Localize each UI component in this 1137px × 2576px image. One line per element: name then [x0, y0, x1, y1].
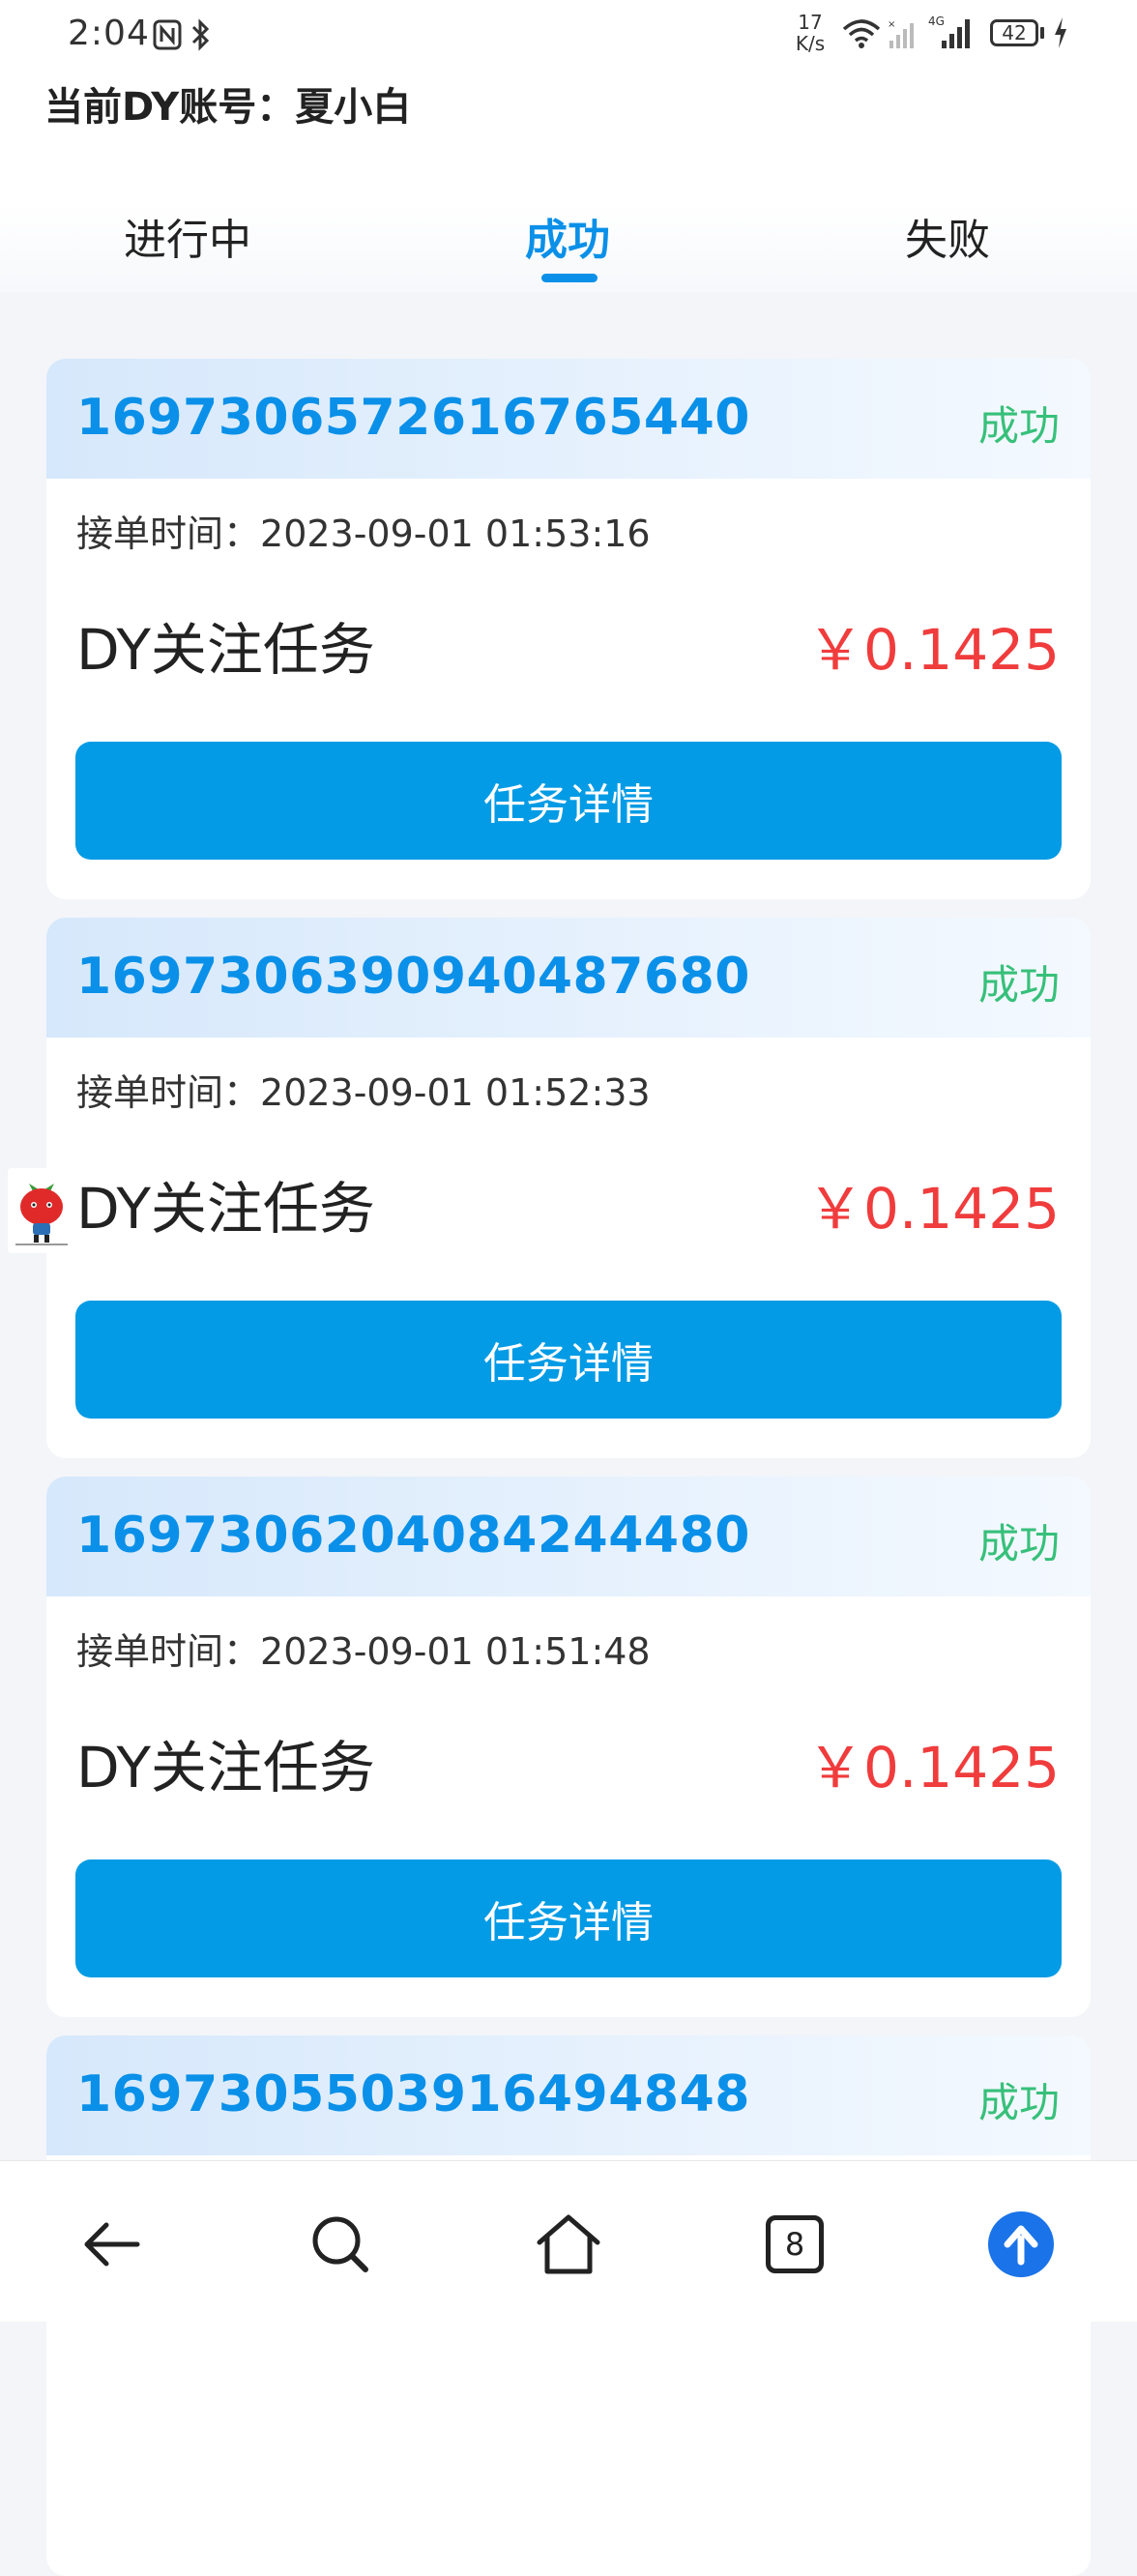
- status-time: 2:04: [68, 14, 150, 53]
- order-time-row: 接单时间：2023-09-01 01:53:16: [76, 504, 651, 557]
- task-name: DY关注任务: [76, 1176, 375, 1242]
- search-icon[interactable]: [302, 2206, 379, 2283]
- top-header: 2:04 17 K/s × 4G 42 当前DY账号：夏小白 进行中 成功 失败: [0, 0, 1137, 292]
- task-detail-button[interactable]: 任务详情: [75, 1859, 1062, 1977]
- tab-count: 8: [784, 2226, 805, 2263]
- net-speed-unit: K/s: [795, 32, 826, 55]
- order-card: 1697306204084244480 成功 接单时间：2023-09-01 0…: [46, 1477, 1091, 2017]
- nfc-icon: [153, 19, 182, 50]
- back-arrow-icon[interactable]: [75, 2206, 153, 2283]
- order-id: 1697306390940487680: [76, 948, 750, 1006]
- order-card-header: 1697306390940487680 成功: [46, 918, 1091, 1038]
- account-name: 夏小白: [295, 85, 412, 130]
- svg-text:×: ×: [888, 19, 895, 30]
- account-label: 当前DY账号：: [44, 85, 296, 130]
- order-time-label: 接单时间：: [76, 512, 261, 555]
- upload-icon[interactable]: [982, 2206, 1060, 2283]
- task-name: DY关注任务: [76, 617, 375, 683]
- home-icon[interactable]: [530, 2206, 607, 2283]
- active-tab-indicator: [541, 274, 598, 282]
- order-status: 成功: [977, 1520, 1060, 1567]
- status-bar: 2:04 17 K/s × 4G 42: [0, 0, 1137, 70]
- order-status: 成功: [977, 2079, 1060, 2126]
- order-time-label: 接单时间：: [76, 1071, 261, 1114]
- order-time: 2023-09-01 01:52:33: [260, 1071, 651, 1114]
- network-type: 4G: [928, 15, 945, 28]
- signal-weak-icon: ×: [888, 19, 914, 48]
- net-speed: 17 K/s: [791, 12, 830, 54]
- order-card-header: 1697306572616765440 成功: [46, 359, 1091, 479]
- task-detail-button[interactable]: 任务详情: [75, 1301, 1062, 1419]
- order-time: 2023-09-01 01:51:48: [260, 1630, 651, 1673]
- net-speed-value: 17: [798, 11, 823, 34]
- task-detail-button[interactable]: 任务详情: [75, 742, 1062, 860]
- order-time: 2023-09-01 01:53:16: [260, 512, 651, 555]
- order-card-header: 1697306204084244480 成功: [46, 1477, 1091, 1596]
- wifi-icon: [842, 19, 881, 48]
- floating-mascot-icon[interactable]: [8, 1168, 75, 1253]
- order-id: 1697306204084244480: [76, 1507, 750, 1565]
- current-account: 当前DY账号：夏小白: [44, 75, 411, 132]
- order-status: 成功: [977, 961, 1060, 1009]
- task-name: DY关注任务: [76, 1735, 375, 1800]
- order-status: 成功: [977, 402, 1060, 450]
- order-card: 1697306390940487680 成功 接单时间：2023-09-01 0…: [46, 918, 1091, 1458]
- task-price: ￥0.1425: [807, 1176, 1060, 1242]
- bluetooth-icon: [191, 18, 210, 51]
- tab-success[interactable]: 成功: [525, 205, 610, 267]
- task-price: ￥0.1425: [807, 617, 1060, 683]
- charging-icon: [1055, 17, 1066, 48]
- battery-cap: [1040, 27, 1044, 39]
- battery-icon: 42: [990, 19, 1038, 46]
- order-id: 1697306572616765440: [76, 389, 750, 447]
- order-id: 1697305503916494848: [76, 2065, 750, 2123]
- signal-4g-icon: 4G: [928, 15, 970, 48]
- tab-in-progress[interactable]: 进行中: [124, 205, 251, 267]
- bottom-navigation: 8: [0, 2160, 1137, 2322]
- order-time-row: 接单时间：2023-09-01 01:52:33: [76, 1063, 651, 1116]
- strawberry-mascot-icon: [15, 1184, 68, 1245]
- order-time-label: 接单时间：: [76, 1630, 261, 1673]
- order-time-row: 接单时间：2023-09-01 01:51:48: [76, 1622, 651, 1675]
- task-price: ￥0.1425: [807, 1735, 1060, 1800]
- tabs-icon[interactable]: 8: [756, 2206, 833, 2283]
- battery-level: 42: [1002, 21, 1027, 44]
- order-card-header: 1697305503916494848 成功: [46, 2035, 1091, 2155]
- order-card: 1697306572616765440 成功 接单时间：2023-09-01 0…: [46, 359, 1091, 899]
- tab-failed[interactable]: 失败: [905, 205, 990, 267]
